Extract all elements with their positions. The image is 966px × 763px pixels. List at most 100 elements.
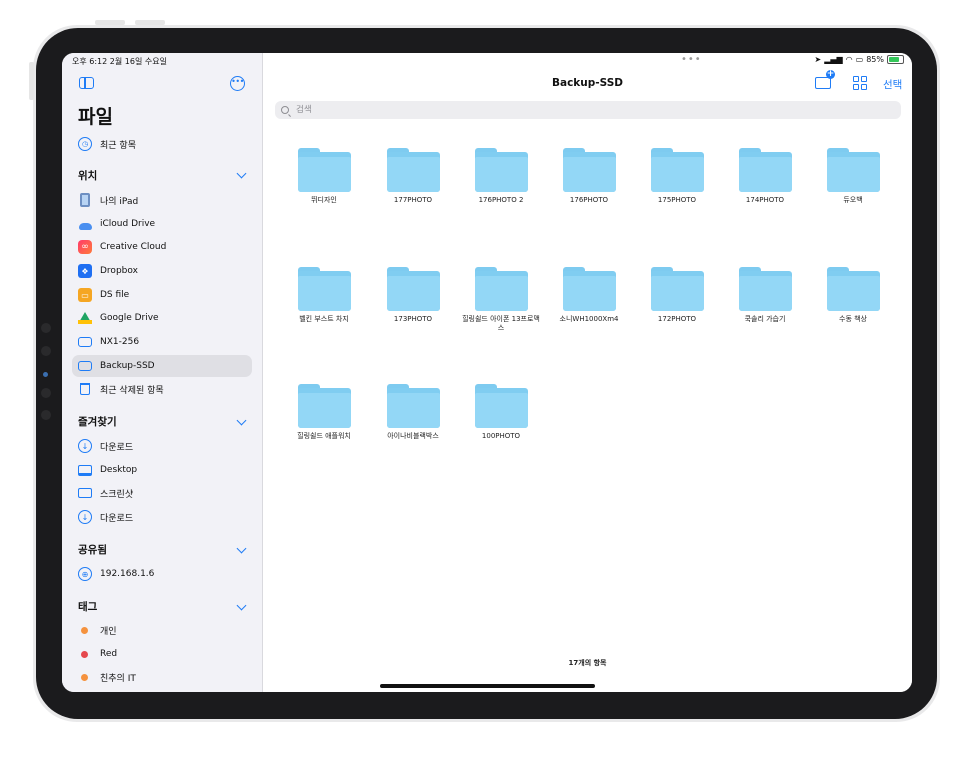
sidebar-item-google-drive[interactable]: Google Drive: [72, 307, 252, 329]
folder-name: 뛰디자인: [311, 196, 337, 204]
sidebar-item-downloads[interactable]: ↓ 다운로드: [72, 435, 252, 457]
location-icon: ➤: [814, 55, 822, 64]
clock-icon: ◷: [78, 137, 92, 151]
new-folder-icon[interactable]: [815, 70, 835, 89]
signal-icon: ▂▄▆: [824, 55, 843, 64]
sidebar-item-label: Dropbox: [100, 266, 138, 276]
folder-name: 소니WH1000Xm4: [559, 315, 619, 323]
section-header-favorites: 즐겨찾기: [78, 416, 117, 428]
chevron-down-icon[interactable]: [236, 168, 247, 179]
main-content: ••• ➤ ▂▄▆ ◠ ▭ 85% Backup-SSD 선택 뛰디자인177P…: [263, 53, 912, 692]
folder-name: 아이나비블랙박스: [387, 432, 439, 440]
sensor-dot: [41, 410, 51, 420]
item-count: 17개의 항목: [568, 659, 607, 667]
sidebar-item-recently-deleted[interactable]: 최근 삭제된 항목: [72, 378, 252, 400]
sidebar-item-creative-cloud[interactable]: ∞ Creative Cloud: [72, 236, 252, 258]
folder-item[interactable]: 173PHOTO: [373, 267, 453, 324]
folder-icon: [297, 267, 351, 311]
sidebar-item-label: NX1-256: [100, 337, 140, 347]
sidebar-item-label: 최근 삭제된 항목: [100, 385, 164, 396]
folder-name: 173PHOTO: [393, 315, 433, 323]
sidebar-tag-personal[interactable]: 개인: [72, 619, 252, 641]
sidebar-tag-it[interactable]: 친추의 IT: [72, 666, 252, 688]
folder-item[interactable]: 수동 책상: [813, 267, 893, 324]
folder-item[interactable]: 172PHOTO: [637, 267, 717, 324]
section-header-shared: 공유됨: [78, 544, 107, 556]
sensor-dot: [41, 323, 51, 333]
sidebar-item-downloads-2[interactable]: ↓ 다운로드: [72, 506, 252, 528]
power-button-top: [135, 20, 165, 25]
chevron-down-icon[interactable]: [236, 600, 247, 611]
ipad-icon: [80, 193, 90, 207]
folder-name: 벨킨 부스트 차지: [299, 315, 349, 323]
folder-item[interactable]: 힐링쉴드 아이폰 13프로맥스: [461, 267, 541, 333]
folder-icon: [386, 267, 440, 311]
folder-item[interactable]: 100PHOTO: [461, 384, 541, 441]
folder-item[interactable]: 174PHOTO: [725, 148, 805, 205]
folder-item[interactable]: 175PHOTO: [637, 148, 717, 205]
sidebar-tag-red[interactable]: Red: [72, 643, 252, 665]
sidebar-item-my-ipad[interactable]: 나의 iPad: [72, 189, 252, 211]
folder-name: 176PHOTO: [569, 196, 609, 204]
folder-icon: [297, 148, 351, 192]
search-input[interactable]: [294, 104, 858, 116]
chevron-down-icon[interactable]: [236, 543, 247, 554]
folder-name: 100PHOTO: [481, 432, 521, 440]
sidebar-item-network-share[interactable]: ⊕ 192.168.1.6: [72, 563, 252, 585]
sidebar-item-screenshots[interactable]: 스크린샷: [72, 482, 252, 504]
multitasking-handle[interactable]: •••: [681, 54, 702, 65]
more-options-icon[interactable]: •••: [230, 76, 245, 91]
folder-item[interactable]: 아이나비블랙박스: [373, 384, 453, 441]
sidebar-item-desktop[interactable]: Desktop: [72, 459, 252, 481]
folder-icon: [297, 384, 351, 428]
dropbox-icon: ❖: [78, 264, 92, 278]
folder-icon: [738, 148, 792, 192]
globe-icon: ⊕: [78, 567, 92, 581]
search-bar[interactable]: [275, 101, 901, 119]
sidebar-item-ds-file[interactable]: ▭ DS file: [72, 284, 252, 306]
folder-item[interactable]: 뛰디자인: [284, 148, 364, 205]
creative-cloud-icon: ∞: [78, 240, 92, 254]
folder-item[interactable]: 벨킨 부스트 차지: [284, 267, 364, 324]
sidebar-item-recent[interactable]: ◷ 최근 항목: [72, 133, 252, 155]
sidebar-item-label: 나의 iPad: [100, 196, 139, 207]
side-button: [29, 62, 34, 100]
folder-icon: [386, 384, 440, 428]
select-button[interactable]: 선택: [883, 77, 902, 92]
sidebar-toggle-icon[interactable]: [79, 77, 94, 89]
app-title: 파일: [78, 106, 113, 128]
sidebar-item-label: iCloud Drive: [100, 219, 156, 229]
sidebar-item-label: Desktop: [100, 465, 138, 475]
tag-dot-icon: [81, 650, 88, 658]
folder-item[interactable]: 소니WH1000Xm4: [549, 267, 629, 324]
grid-view-icon[interactable]: [853, 76, 867, 90]
sidebar-item-label: 다운로드: [100, 442, 134, 453]
chevron-down-icon[interactable]: [236, 415, 247, 426]
sidebar-item-nx1-256[interactable]: NX1-256: [72, 331, 252, 353]
folder-item[interactable]: 힐링쉴드 애플워치: [284, 384, 364, 441]
folder-icon: [386, 148, 440, 192]
sidebar-item-icloud-drive[interactable]: iCloud Drive: [72, 213, 252, 235]
folder-icon: [738, 267, 792, 311]
sidebar-item-label: 최근 항목: [100, 140, 136, 151]
sidebar-item-dropbox[interactable]: ❖ Dropbox: [72, 260, 252, 282]
folder-item[interactable]: 176PHOTO 2: [461, 148, 541, 205]
camera-indicator: [43, 372, 48, 377]
home-indicator[interactable]: [380, 684, 595, 688]
sidebar-item-backup-ssd[interactable]: Backup-SSD: [72, 355, 252, 377]
sensor-dot: [41, 346, 51, 356]
sidebar-item-label: 개인: [100, 626, 117, 637]
folder-name: 176PHOTO 2: [478, 196, 524, 204]
drive-icon: [78, 337, 92, 347]
folder-item[interactable]: 쿡솔리 가습기: [725, 267, 805, 324]
folder-icon: [650, 148, 704, 192]
drive-icon: [78, 361, 92, 371]
folder-icon: [650, 267, 704, 311]
folder-item[interactable]: 177PHOTO: [373, 148, 453, 205]
section-header-locations: 위치: [78, 170, 98, 182]
folder-icon: [562, 148, 616, 192]
folder-item[interactable]: 176PHOTO: [549, 148, 629, 205]
folder-name: 수동 책상: [839, 315, 867, 323]
folder-item[interactable]: 듀오백: [813, 148, 893, 205]
screen: 오후 6:12 2월 16일 수요일 ••• 파일 ◷ 최근 항목 위치 나의 …: [62, 53, 912, 692]
